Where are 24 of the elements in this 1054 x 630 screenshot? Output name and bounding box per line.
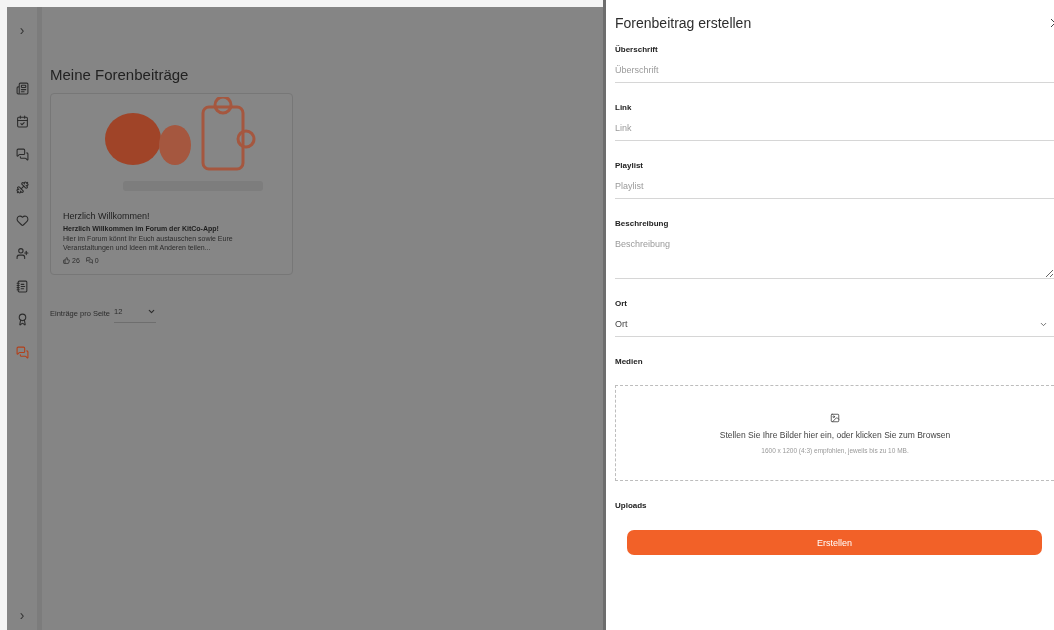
post-title: Herzlich Willkommen! [63,211,151,221]
thumbs-up-icon [63,256,70,264]
uploads-label: Uploads [615,501,648,510]
field-label: Überschrift [615,45,659,54]
create-button[interactable]: Erstellen [627,530,1042,555]
dropzone-prompt: Stellen Sie Ihre Bilder hier ein, oder klicken Sie zum Browsen [719,429,951,440]
expand-button[interactable]: › [19,23,25,37]
chat-icon[interactable] [13,145,31,163]
newspaper-icon[interactable] [13,79,31,97]
chat-icon [85,256,93,264]
text-field[interactable]: Link [615,112,1054,141]
expand-button[interactable]: › [19,608,25,622]
page-title: Meine Forenbeiträge [50,66,190,83]
image-icon [830,412,840,423]
field-label: Link [615,103,633,112]
dumbbell-icon[interactable] [13,178,31,196]
field-label: Medien [615,357,644,366]
text-field[interactable]: Überschrift [615,54,1054,83]
location-dropdown[interactable]: Ort [615,308,1054,337]
drawer-title: Forenbeitrag erstellen [615,15,752,31]
field-label: Ort [615,299,628,308]
text-field[interactable]: Playlist [615,170,1054,199]
field-label: Playlist [615,161,644,170]
field-label: Beschreibung [615,219,670,228]
